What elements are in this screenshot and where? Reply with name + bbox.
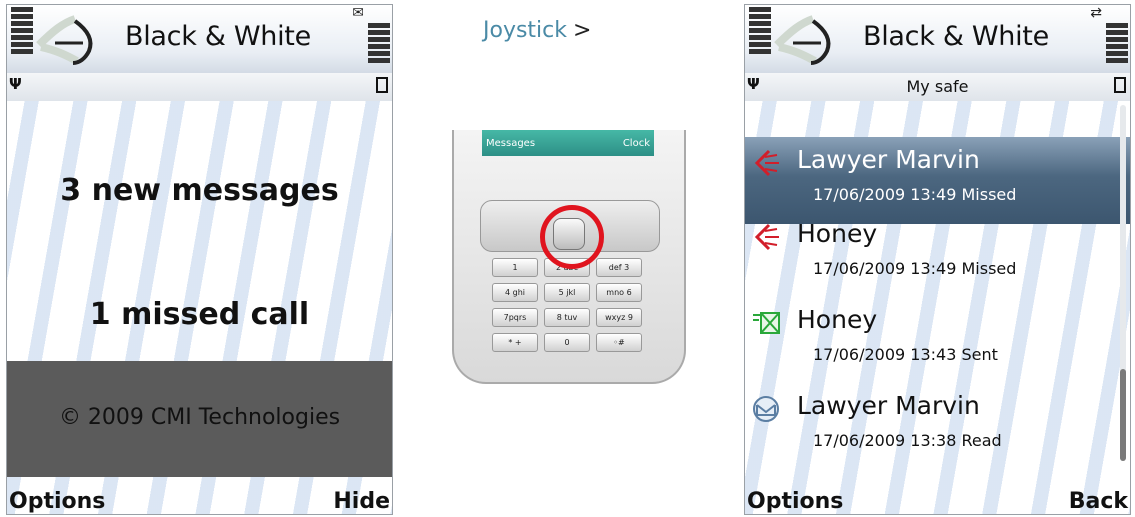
battery-icon — [1114, 77, 1126, 93]
list-item[interactable]: Honey 17/06/2009 13:43 Sent — [745, 297, 1130, 384]
missed-call-icon — [754, 223, 779, 251]
battery-level-icon — [368, 23, 390, 65]
right-phone-screen: Black & White ⇄ Ψ My safe Lawyer Marvin … — [744, 4, 1131, 515]
envelope-icon: ✉ — [352, 5, 364, 21]
missed-call-text: 1 missed call — [89, 297, 310, 332]
left-phone-screen: Black & White ✉ Ψ 3 new messages 1 misse… — [6, 4, 393, 515]
item-detail: 17/06/2009 13:49 Missed — [813, 259, 1017, 278]
list-item[interactable]: Lawyer Marvin 17/06/2009 13:38 Read — [745, 383, 1130, 470]
signal-strength-icon — [749, 7, 771, 65]
key-7[interactable]: 7pqrs — [492, 308, 538, 327]
item-detail: 17/06/2009 13:49 Missed — [813, 185, 1017, 204]
app-title: Black & White — [125, 21, 311, 52]
signal-strength-icon — [11, 7, 33, 65]
antenna-icon: Ψ — [9, 75, 22, 93]
joystick-label: Joystick > — [483, 18, 591, 43]
numeric-keypad: 1 2 abc def 3 4 ghi 5 jkl mno 6 7pqrs 8 … — [492, 258, 642, 358]
options-softkey[interactable]: Options — [9, 489, 105, 514]
item-detail: 17/06/2009 13:38 Read — [813, 431, 1002, 450]
lcd-right-label: Clock — [622, 138, 650, 149]
new-messages-text: 3 new messages — [60, 173, 339, 208]
app-title: Black & White — [863, 21, 1049, 52]
sent-message-icon — [753, 312, 780, 334]
key-1[interactable]: 1 — [492, 258, 538, 277]
joystick-text: Joystick — [483, 18, 568, 43]
header: Black & White ✉ — [7, 5, 392, 73]
copyright-text: © 2009 CMI Technologies — [58, 405, 341, 430]
read-message-icon — [753, 396, 779, 422]
joystick-highlight-ring — [540, 205, 604, 269]
key-4[interactable]: 4 ghi — [492, 283, 538, 302]
lcd-left-label: Messages — [486, 138, 536, 149]
header: Black & White ⇄ — [745, 5, 1130, 73]
options-softkey[interactable]: Options — [747, 489, 843, 514]
key-3[interactable]: def 3 — [596, 258, 642, 277]
phone-lcd: Messages Clock — [482, 130, 654, 156]
contact-name: Honey — [797, 219, 878, 248]
app-logo-icon — [36, 15, 93, 65]
key-8[interactable]: 8 tuv — [544, 308, 590, 327]
item-detail: 17/06/2009 13:43 Sent — [813, 345, 998, 364]
key-9[interactable]: wxyz 9 — [596, 308, 642, 327]
scrollbar-thumb[interactable] — [1120, 369, 1126, 461]
app-logo-icon — [774, 15, 831, 65]
subtitle: My safe — [906, 77, 969, 96]
subheader-bar — [7, 73, 392, 101]
key-6[interactable]: mno 6 — [596, 283, 642, 302]
battery-level-icon — [1106, 23, 1128, 65]
copyright-band: © 2009 CMI Technologies — [7, 361, 392, 477]
back-softkey[interactable]: Back — [1069, 489, 1128, 514]
list-item[interactable]: Honey 17/06/2009 13:49 Missed — [745, 211, 1130, 298]
key-hash[interactable]: ◦# — [596, 333, 642, 352]
contact-name: Lawyer Marvin — [797, 391, 980, 420]
joystick-arrow: > — [573, 18, 592, 43]
contact-name: Lawyer Marvin — [797, 145, 980, 174]
missed-call-icon — [754, 149, 779, 177]
key-0[interactable]: 0 — [544, 333, 590, 352]
key-5[interactable]: 5 jkl — [544, 283, 590, 302]
contact-name: Honey — [797, 305, 878, 334]
key-star[interactable]: * + — [492, 333, 538, 352]
hide-softkey[interactable]: Hide — [333, 489, 390, 514]
connection-icon: ⇄ — [1090, 5, 1102, 21]
battery-icon — [376, 77, 388, 93]
